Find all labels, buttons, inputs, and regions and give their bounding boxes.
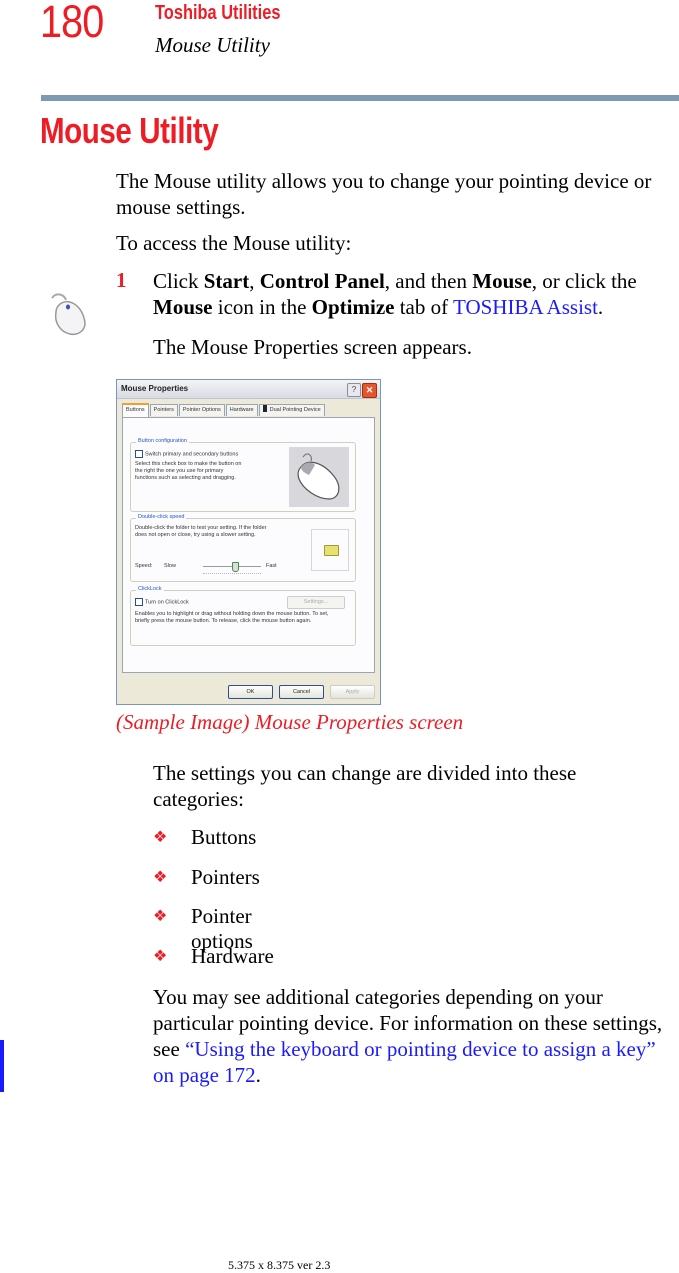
menu-start: Start — [203, 269, 250, 293]
step-text-part: , or click the — [531, 269, 637, 293]
mouse-illustration — [289, 447, 349, 507]
list-item-label: Pointers — [191, 864, 260, 889]
step-text-part: icon in the — [212, 295, 312, 319]
access-intro: To access the Mouse utility: — [116, 231, 352, 255]
checkbox-label: Turn on ClickLock — [145, 599, 189, 606]
tab-pointer-options[interactable]: Pointer Options — [178, 404, 225, 416]
checkbox-box[interactable] — [135, 450, 143, 458]
step-text-part: , and then — [384, 269, 473, 293]
toshiba-assist-link[interactable]: TOSHIBA Assist — [453, 295, 598, 319]
checkbox-label: Switch primary and secondary buttons — [145, 451, 239, 458]
test-folder-area[interactable] — [311, 529, 349, 571]
help-button[interactable]: ? — [347, 383, 361, 397]
bullet-diamond-icon: ❖ — [153, 908, 168, 925]
bullet-diamond-icon: ❖ — [153, 947, 168, 965]
closing-end: . — [255, 1063, 261, 1087]
closing-paragraph: You may see additional categories depend… — [153, 984, 679, 1088]
tab-buttons[interactable]: Buttons — [122, 403, 149, 417]
menu-control-panel: Control Panel — [259, 269, 385, 293]
fast-label: Fast — [266, 563, 277, 569]
page-number: 180 — [40, 0, 104, 47]
optimize-tab-label: Optimize — [311, 295, 395, 319]
cancel-button[interactable]: Cancel — [279, 685, 324, 699]
group-description: Enables you to highlight or drag without… — [135, 611, 329, 624]
bullet-diamond-icon: ❖ — [153, 829, 168, 846]
mouse-properties-dialog: Mouse Properties ? ✕ Buttons Pointers Po… — [116, 379, 381, 705]
close-button[interactable]: ✕ — [362, 383, 377, 398]
tab-hardware[interactable]: Hardware — [225, 404, 258, 416]
clicklock-checkbox[interactable]: Turn on ClickLock — [135, 598, 189, 606]
pointing-device-icon — [262, 405, 267, 412]
speed-slider-thumb[interactable] — [231, 562, 239, 572]
tab-dual-pointing-device[interactable]: Dual Pointing Device — [258, 404, 325, 416]
clicklock-group: ClickLock Turn on ClickLock Settings... … — [130, 586, 356, 646]
group-description: Select this check box to make the button… — [135, 461, 242, 481]
menu-mouse: Mouse — [472, 269, 532, 293]
bullet-diamond-icon: ❖ — [153, 868, 168, 886]
list-item-label: Buttons — [191, 825, 257, 849]
apply-button[interactable]: Apply — [330, 685, 375, 699]
step-text-part: . — [597, 295, 604, 319]
group-legend: Double-click speed — [136, 514, 187, 520]
slow-label: Slow — [164, 563, 176, 569]
dialog-tabs: Buttons Pointers Pointer Options Hardwar… — [122, 403, 326, 417]
intro-paragraph: The Mouse utility allows you to change y… — [116, 169, 652, 219]
list-item-label: Hardware — [191, 943, 274, 968]
switch-buttons-checkbox[interactable]: Switch primary and secondary buttons — [135, 450, 238, 458]
ok-button[interactable]: OK — [228, 685, 273, 699]
step-text-part: , — [249, 269, 260, 293]
button-configuration-group: Button configuration Switch primary and … — [130, 438, 356, 512]
chapter-title: Toshiba Utilities — [155, 2, 281, 24]
group-legend: Button configuration — [136, 438, 189, 444]
tab-panel: Button configuration Switch primary and … — [122, 417, 375, 673]
group-legend: ClickLock — [136, 586, 164, 592]
step-text: Click Start, Control Panel, and then Mou… — [153, 268, 679, 320]
header-rule — [41, 95, 679, 101]
mouse-icon-label: Mouse — [153, 295, 213, 319]
page-heading: Mouse Utility — [40, 110, 219, 151]
tab-pointers[interactable]: Pointers — [149, 404, 178, 416]
tab-label: Dual Pointing Device — [269, 407, 321, 413]
dialog-titlebar: Mouse Properties ? ✕ — [117, 380, 380, 399]
change-bar — [0, 1040, 4, 1092]
slider-ticks — [203, 573, 261, 575]
figure-caption: (Sample Image) Mouse Properties screen — [116, 710, 464, 734]
categories-intro: The settings you can change are divided … — [153, 761, 577, 811]
dialog-title: Mouse Properties — [121, 384, 189, 393]
step-result: The Mouse Properties screen appears. — [153, 335, 472, 359]
speed-label: Speed: — [135, 563, 153, 569]
mouse-icon — [46, 290, 94, 340]
section-title: Mouse Utility — [155, 33, 270, 57]
folder-icon[interactable] — [324, 545, 339, 556]
clicklock-settings-button[interactable]: Settings... — [287, 596, 345, 609]
step-text-part: tab of — [394, 295, 453, 319]
checkbox-box[interactable] — [135, 598, 143, 606]
group-description: Double-click the folder to test your set… — [135, 525, 267, 538]
cross-reference-link[interactable]: “Using the keyboard or pointing device t… — [153, 1037, 656, 1087]
step-text-part: Click — [153, 269, 204, 293]
double-click-speed-group: Double-click speed Double-click the fold… — [130, 514, 356, 582]
step-number: 1 — [116, 268, 127, 292]
